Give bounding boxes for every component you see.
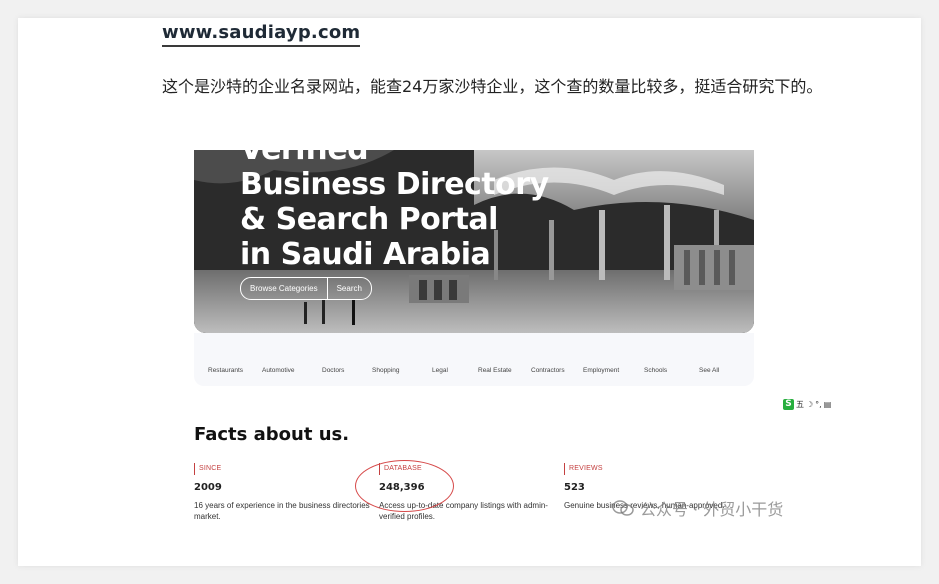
hero-button-group: Browse Categories Search: [240, 277, 372, 300]
toolbar-label[interactable]: 五: [796, 399, 804, 410]
category-employment[interactable]: Employment: [583, 367, 619, 374]
search-button[interactable]: Search: [328, 278, 371, 299]
highlight-circle: [355, 460, 454, 512]
facts-title: Facts about us.: [194, 424, 350, 445]
fact-value: 2009: [194, 482, 222, 493]
sogou-logo-icon[interactable]: S: [783, 398, 794, 410]
hero-title-line: & Search Portal: [240, 202, 498, 237]
fact-accent-bar: [194, 463, 195, 475]
input-method-toolbar: S 五 ☽ °, ▤: [783, 398, 831, 410]
hero-title-line: in Saudi Arabia: [240, 237, 491, 272]
category-contractors[interactable]: Contractors: [531, 367, 565, 374]
category-legal[interactable]: Legal: [432, 367, 448, 374]
category-automotive[interactable]: Automotive: [262, 367, 295, 374]
article-description: 这个是沙特的企业名录网站，能查24万家沙特企业，这个查的数量比较多，挺适合研究下…: [162, 77, 823, 96]
moon-icon[interactable]: ☽: [806, 400, 813, 409]
fact-text: 16 years of experience in the business d…: [194, 501, 370, 521]
punctuation-icon[interactable]: °,: [815, 400, 822, 409]
hero-title: Verified Business Directory & Search Por…: [240, 150, 549, 272]
site-link[interactable]: www.saudiayp.com: [162, 22, 361, 47]
fact-label: REVIEWS: [569, 465, 603, 472]
watermark: 公众号 · 外贸小干货: [612, 496, 783, 520]
hero-title-line: Business Directory: [240, 167, 549, 202]
keyboard-icon[interactable]: ▤: [824, 400, 832, 409]
website-screenshot: Verified Business Directory & Search Por…: [194, 150, 754, 386]
category-schools[interactable]: Schools: [644, 367, 667, 374]
category-doctors[interactable]: Doctors: [322, 367, 344, 374]
category-shopping[interactable]: Shopping: [372, 367, 399, 374]
hero-banner: Verified Business Directory & Search Por…: [194, 150, 754, 333]
category-restaurants[interactable]: Restaurants: [208, 367, 243, 374]
fact-label: SINCE: [199, 465, 222, 472]
hero-title-line: Verified: [240, 150, 549, 167]
category-see-all[interactable]: See All: [699, 367, 719, 374]
category-bar: Restaurants Automotive Doctors Shopping …: [194, 333, 754, 386]
fact-value: 523: [564, 482, 585, 493]
wechat-official-account-icon: [612, 500, 634, 516]
category-real-estate[interactable]: Real Estate: [478, 367, 512, 374]
fact-accent-bar: [564, 463, 565, 475]
browse-categories-button[interactable]: Browse Categories: [241, 278, 327, 299]
watermark-text: 公众号 · 外贸小干货: [640, 500, 784, 519]
